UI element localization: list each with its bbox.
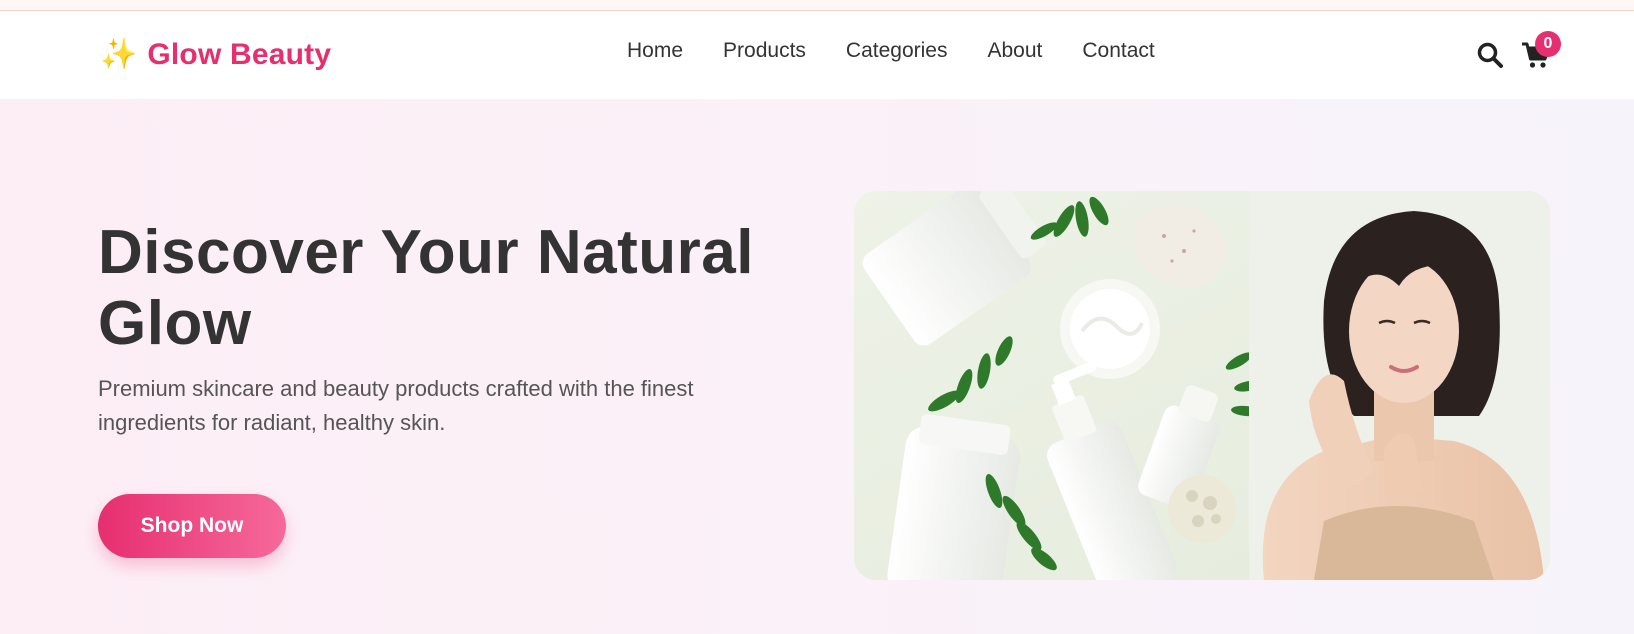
cart-count-badge: 0	[1535, 31, 1561, 57]
sparkles-icon: ✨	[100, 38, 138, 71]
main-nav: Home Products Categories About Contact	[627, 39, 1155, 63]
hero-section: Discover Your Natural Glow Premium skinc…	[0, 99, 1634, 634]
nav-home[interactable]: Home	[627, 39, 683, 63]
nav-products[interactable]: Products	[723, 39, 806, 63]
nav-contact[interactable]: Contact	[1082, 39, 1154, 63]
site-header: ✨ Glow Beauty Home Products Categories A…	[0, 11, 1634, 99]
search-icon[interactable]	[1476, 41, 1504, 69]
shop-now-button[interactable]: Shop Now	[98, 494, 286, 558]
top-border	[0, 0, 1634, 11]
nav-about[interactable]: About	[987, 39, 1042, 63]
logo[interactable]: ✨ Glow Beauty	[100, 33, 331, 77]
hero-subtitle: Premium skincare and beauty products cra…	[98, 376, 694, 435]
brand-name: Glow Beauty	[147, 38, 332, 71]
nav-categories[interactable]: Categories	[846, 39, 948, 63]
hero-title: Discover Your Natural Glow	[98, 218, 754, 358]
hero-image	[854, 191, 1550, 580]
